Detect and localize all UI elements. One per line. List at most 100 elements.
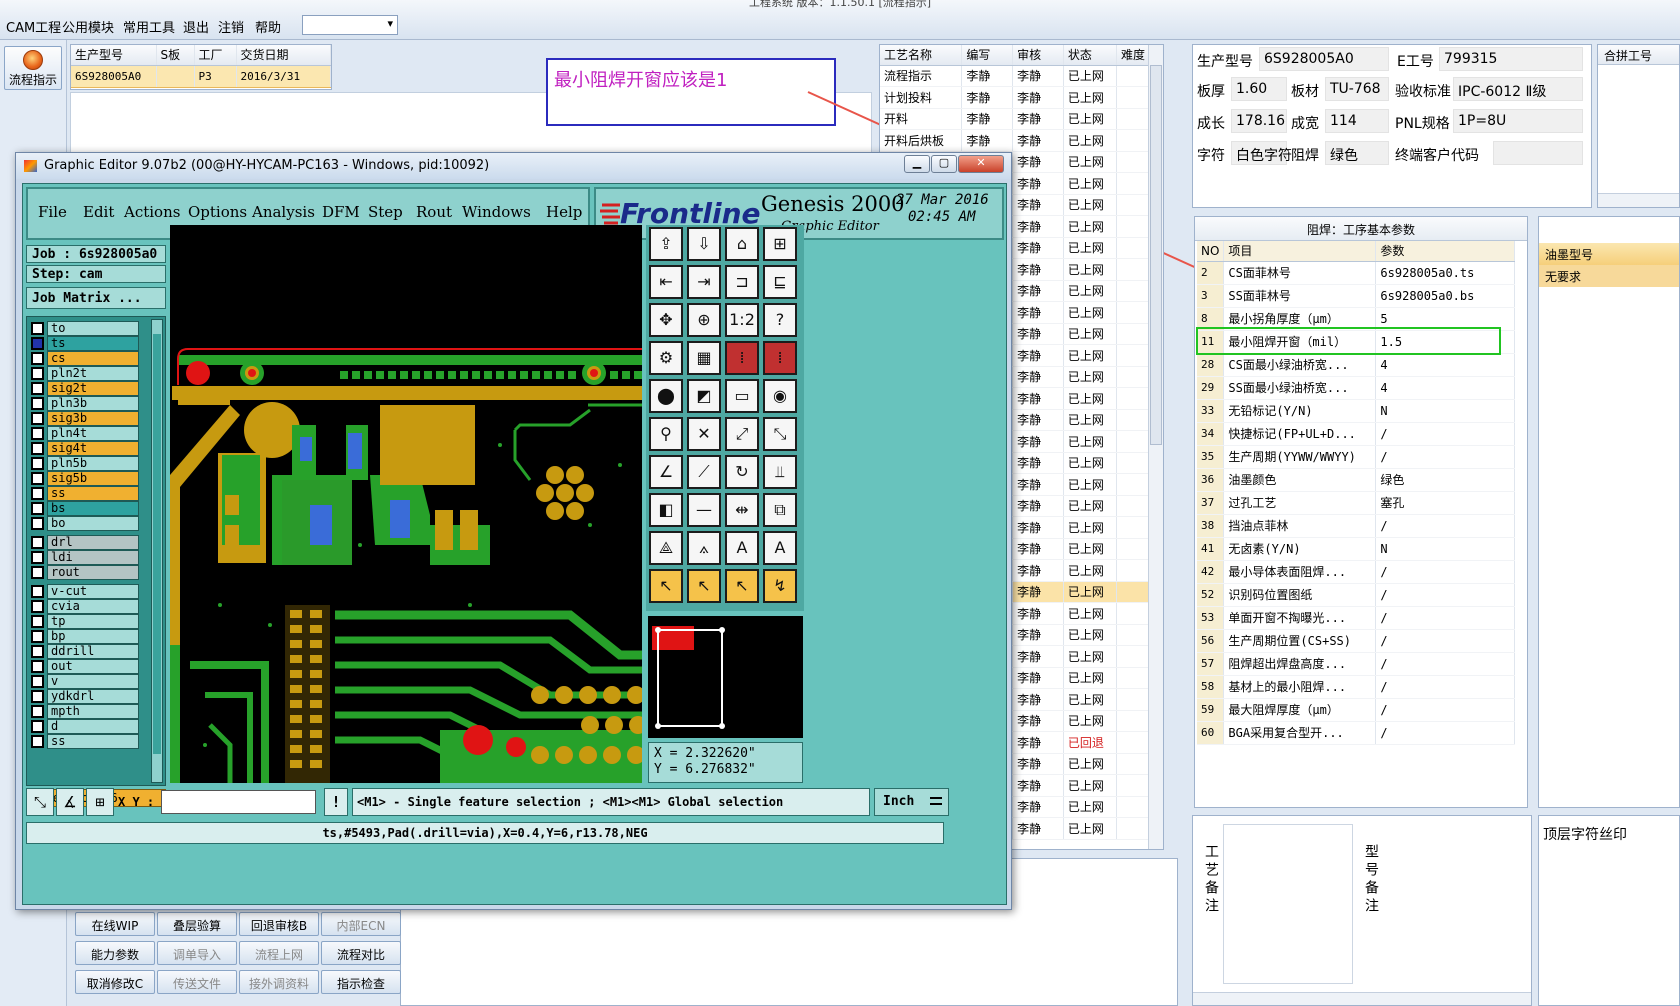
layer-checkbox[interactable] bbox=[31, 397, 44, 410]
value-soldermask[interactable]: 绿色 bbox=[1325, 141, 1389, 165]
maximize-button[interactable]: ▢ bbox=[931, 155, 957, 173]
tool-button[interactable]: ⟋ bbox=[687, 455, 721, 489]
layer-item[interactable]: mpth bbox=[31, 704, 139, 719]
graphic-editor-titlebar[interactable]: Graphic Editor 9.07b2 (00@HY-HYCAM-PC163… bbox=[16, 153, 1011, 179]
tool-button[interactable]: ⊕ bbox=[687, 303, 721, 337]
layer-checkbox[interactable] bbox=[31, 720, 44, 733]
alert-icon[interactable]: ! bbox=[324, 788, 348, 816]
layer-checkbox[interactable] bbox=[31, 367, 44, 380]
layer-item[interactable]: ldi bbox=[31, 550, 139, 565]
model-notes-text[interactable]: 顶层字符丝印 bbox=[1543, 824, 1627, 844]
tool-button[interactable]: ⫫ bbox=[763, 455, 797, 489]
tool-button[interactable]: ⇩ bbox=[687, 227, 721, 261]
btn-stackup-check[interactable]: 叠层验算 bbox=[157, 912, 237, 936]
col-no[interactable]: NO bbox=[1197, 241, 1225, 262]
tool-button[interactable]: ⇪ bbox=[649, 227, 683, 261]
tool-button[interactable]: ⤢ bbox=[725, 417, 759, 451]
layer-item[interactable]: ss bbox=[31, 486, 139, 501]
col-param[interactable]: 参数 bbox=[1375, 241, 1515, 262]
tool-button[interactable]: ⬤ bbox=[649, 379, 683, 413]
layer-item[interactable]: ddrill bbox=[31, 644, 139, 659]
table-row[interactable]: 开料 李静 李静 已上网 bbox=[880, 108, 1151, 130]
menu-options[interactable]: Options bbox=[188, 203, 247, 221]
layer-checkbox[interactable] bbox=[31, 675, 44, 688]
tool-button[interactable]: ⊐ bbox=[725, 265, 759, 299]
btn-send-file[interactable]: 传送文件 bbox=[157, 970, 237, 994]
layer-checkbox[interactable] bbox=[31, 566, 44, 579]
col-difficulty[interactable]: 难度 bbox=[1116, 45, 1151, 66]
layer-item[interactable]: cvia bbox=[31, 599, 139, 614]
process-scroll-thumb[interactable] bbox=[1150, 65, 1162, 445]
tool-button[interactable]: ⇤ bbox=[649, 265, 683, 299]
layer-checkbox[interactable] bbox=[31, 427, 44, 440]
layer-item[interactable]: pln2t bbox=[31, 366, 139, 381]
layer-checkbox[interactable] bbox=[31, 660, 44, 673]
btn-online-wip[interactable]: 在线WIP bbox=[75, 912, 155, 936]
layer-checkbox[interactable] bbox=[31, 735, 44, 748]
table-row[interactable]: 58 基材上的最小阻焊... / bbox=[1197, 675, 1515, 699]
tool-button[interactable]: ⊑ bbox=[763, 265, 797, 299]
table-row[interactable]: 38 挡油点菲林 / bbox=[1197, 514, 1515, 538]
layer-checkbox[interactable] bbox=[31, 472, 44, 485]
btn-flow-online[interactable]: 流程上网 bbox=[239, 941, 319, 965]
layer-item[interactable]: sig3b bbox=[31, 411, 139, 426]
layer-item[interactable]: sig4t bbox=[31, 441, 139, 456]
tool-button[interactable]: ⟑ bbox=[687, 531, 721, 565]
menu-actions[interactable]: Actions bbox=[124, 203, 180, 221]
table-row[interactable]: 56 生产周期位置(CS+SS) / bbox=[1197, 629, 1515, 653]
layer-checkbox[interactable] bbox=[31, 442, 44, 455]
tool-button[interactable]: ⇹ bbox=[725, 493, 759, 527]
layer-item[interactable]: bs bbox=[31, 501, 139, 516]
value-customer[interactable] bbox=[1493, 141, 1583, 165]
menu-rout[interactable]: Rout bbox=[416, 203, 452, 221]
tool-button[interactable]: ◉ bbox=[763, 379, 797, 413]
ink-value[interactable]: 无要求 bbox=[1539, 265, 1679, 287]
btn-return-review[interactable]: 回退审核B bbox=[239, 912, 319, 936]
menu-dfm[interactable]: DFM bbox=[322, 203, 360, 221]
tool-button[interactable]: ↖ bbox=[649, 569, 683, 603]
tool-button[interactable]: — bbox=[687, 493, 721, 527]
table-row[interactable]: 52 识别码位置图纸 / bbox=[1197, 583, 1515, 607]
layer-scrollbar[interactable] bbox=[151, 319, 163, 783]
layer-scroll-thumb[interactable] bbox=[153, 334, 161, 754]
menu-edit[interactable]: Edit bbox=[83, 203, 114, 221]
table-row[interactable]: 36 油墨颜色 绿色 bbox=[1197, 468, 1515, 492]
layer-checkbox[interactable] bbox=[31, 630, 44, 643]
table-row[interactable]: 42 最小导体表面阻焊... / bbox=[1197, 560, 1515, 584]
measure-icon[interactable]: ∡ bbox=[56, 788, 84, 816]
tool-button[interactable]: A bbox=[725, 531, 759, 565]
table-row[interactable]: 59 最大阻焊厚度（μm） / bbox=[1197, 698, 1515, 722]
tool-button[interactable]: 1:2 bbox=[725, 303, 759, 337]
table-row[interactable]: 33 无铅标记(Y/N) N bbox=[1197, 399, 1515, 423]
tool-button[interactable]: ▦ bbox=[687, 341, 721, 375]
tool-button[interactable]: ⊞ bbox=[763, 227, 797, 261]
layer-item[interactable]: drl bbox=[31, 535, 139, 550]
combine-hscroll[interactable] bbox=[1598, 193, 1679, 207]
overview-map[interactable] bbox=[648, 616, 803, 738]
table-row[interactable]: 开料后烘板 李静 李静 已上网 bbox=[880, 129, 1151, 152]
notes-hscroll[interactable] bbox=[1193, 992, 1531, 1005]
layer-item[interactable]: v-cut bbox=[31, 584, 139, 599]
value-eno[interactable]: 799315 bbox=[1439, 47, 1583, 71]
menu-file[interactable]: File bbox=[38, 203, 67, 221]
tool-button[interactable]: ▭ bbox=[725, 379, 759, 413]
layer-item[interactable]: sig5b bbox=[31, 471, 139, 486]
col-item[interactable]: 项目 bbox=[1223, 241, 1377, 262]
tool-button[interactable]: ⟁ bbox=[649, 531, 683, 565]
layer-checkbox[interactable] bbox=[31, 322, 44, 335]
job-field[interactable]: Job : 6s928005a0 bbox=[26, 245, 166, 263]
btn-external-data[interactable]: 接外调资料 bbox=[239, 970, 319, 994]
tool-button[interactable]: ⁞ bbox=[725, 341, 759, 375]
zoom-area-icon[interactable]: ⤡ bbox=[26, 788, 54, 816]
tool-button[interactable]: ? bbox=[763, 303, 797, 337]
tool-button[interactable]: ⁞ bbox=[763, 341, 797, 375]
menu-windows[interactable]: Windows bbox=[462, 203, 531, 221]
value-pnl[interactable]: 1P=8U bbox=[1453, 109, 1583, 133]
layer-checkbox[interactable] bbox=[31, 517, 44, 530]
layer-checkbox[interactable] bbox=[31, 457, 44, 470]
layer-item[interactable]: cs bbox=[31, 351, 139, 366]
table-row[interactable]: 53 单面开窗不掏曝光... / bbox=[1197, 606, 1515, 630]
layer-item[interactable]: ydkdrl bbox=[31, 689, 139, 704]
layer-item[interactable]: rout bbox=[31, 565, 139, 580]
table-row[interactable]: 34 快捷标记(FP+UL+D... / bbox=[1197, 422, 1515, 446]
